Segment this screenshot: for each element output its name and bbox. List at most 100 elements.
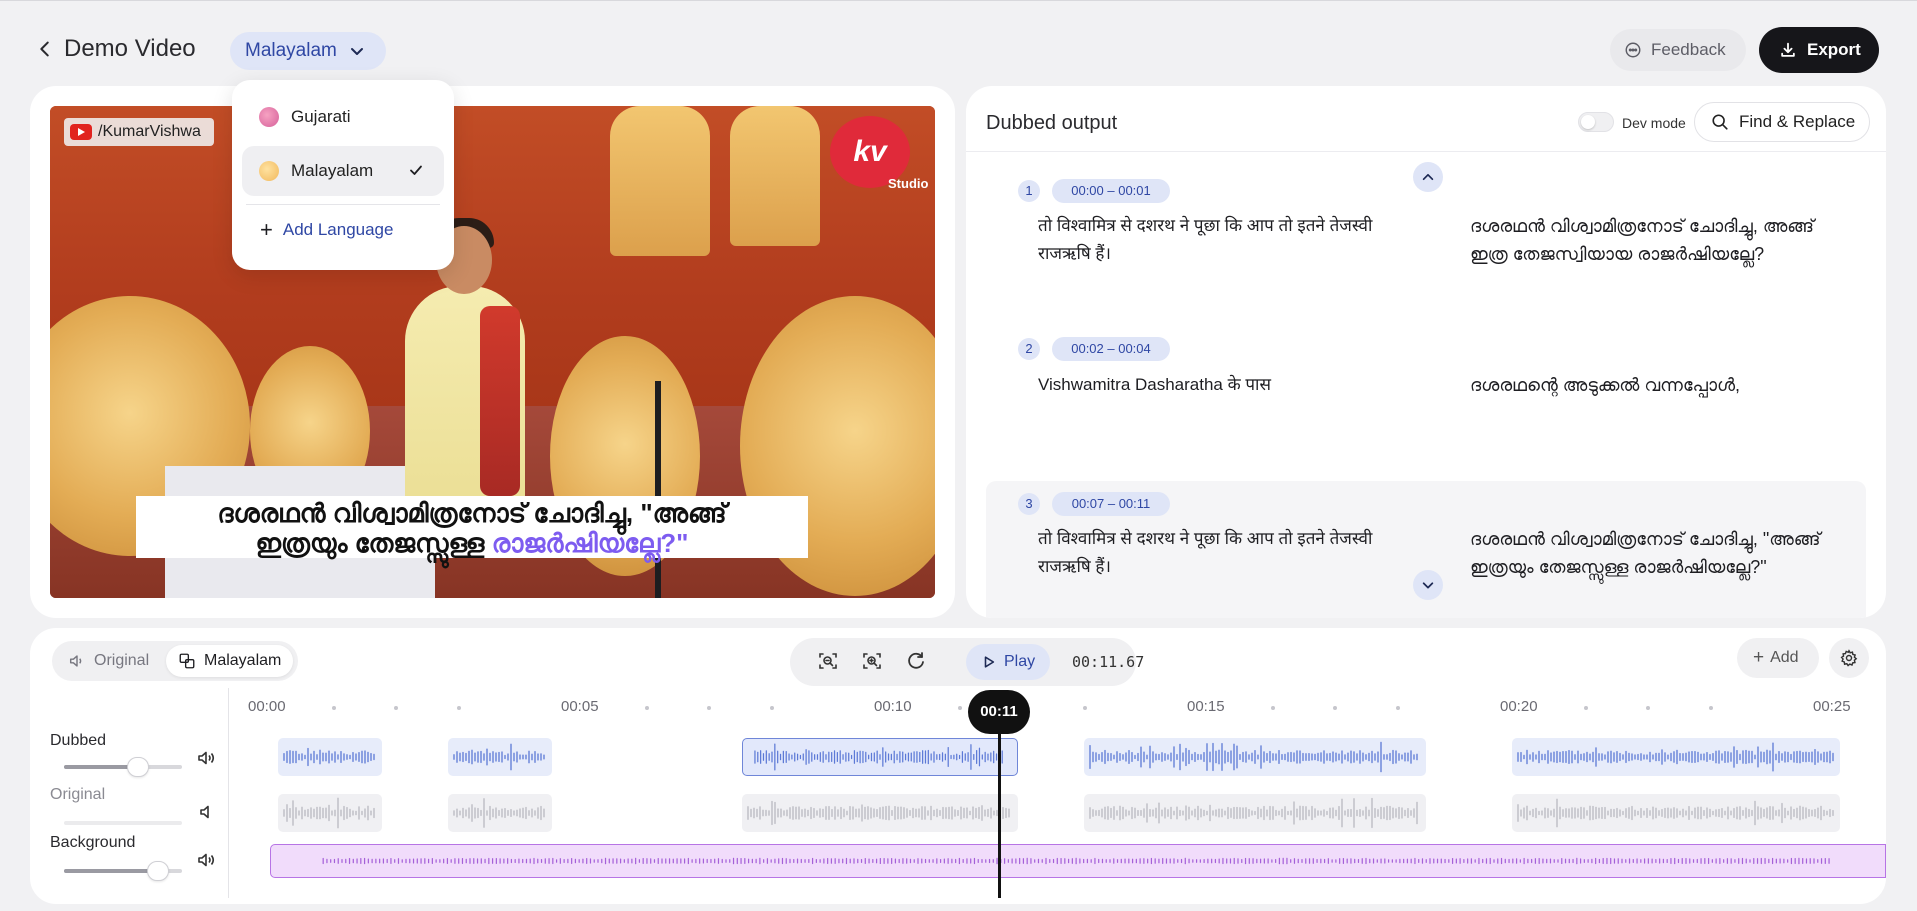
video-subtitle: ദശരഥൻ വിശ്വാമിത്രനോട് ചോദിച്ചു, "അങ്ങ് ഇ…	[136, 496, 808, 558]
volume-slider-background[interactable]	[64, 861, 182, 881]
project-title: Demo Video	[64, 35, 196, 62]
zoom-in-icon[interactable]	[860, 649, 886, 675]
ruler-tick	[394, 706, 398, 710]
dubbed-clip-selected[interactable]	[742, 738, 1018, 776]
ruler-tick	[1396, 706, 1400, 710]
add-button[interactable]: + Add	[1737, 638, 1819, 678]
find-replace-label: Find & Replace	[1739, 112, 1856, 131]
ruler-tick	[332, 706, 336, 710]
translate-icon	[179, 653, 195, 669]
track-divider	[228, 688, 229, 898]
ruler-tick	[1333, 706, 1337, 710]
original-clip[interactable]	[448, 794, 552, 832]
back-icon[interactable]	[34, 37, 56, 61]
segment-row[interactable]: 1 00:00 – 00:01 तो विश्वामित्र से दशरथ न…	[986, 176, 1866, 316]
dubbed-clip[interactable]	[448, 738, 552, 776]
speaker-icon	[69, 655, 82, 667]
ruler-tick	[1271, 706, 1275, 710]
playhead-line[interactable]	[998, 708, 1001, 898]
video-statue	[610, 106, 710, 256]
track-label-background: Background	[50, 834, 136, 851]
youtube-icon	[70, 124, 92, 140]
ruler-label: 00:20	[1500, 698, 1538, 715]
volume-icon[interactable]	[196, 748, 216, 768]
ruler-tick	[1584, 706, 1588, 710]
add-language-button[interactable]: + Add Language	[260, 217, 393, 242]
segment-number: 1	[1018, 180, 1040, 202]
dev-mode-label: Dev mode	[1622, 115, 1686, 131]
chevron-down-icon	[1422, 582, 1434, 589]
play-button[interactable]: Play	[966, 644, 1050, 680]
time-ruler[interactable]: 00:00 00:05 00:10 00:15 00:20 00:25	[248, 698, 1858, 718]
export-button[interactable]: Export	[1759, 27, 1879, 73]
add-label: Add	[1770, 649, 1799, 666]
dubbed-clip[interactable]	[1512, 738, 1840, 776]
segment-time: 00:07 – 00:11	[1052, 492, 1170, 516]
volume-slider-original[interactable]	[64, 821, 182, 825]
track-label-original: Original	[50, 786, 106, 803]
segment-row[interactable]: 2 00:02 – 00:04 Vishwamitra Dasharatha क…	[986, 333, 1866, 453]
background-audio-clip[interactable]	[270, 844, 1886, 878]
dubbed-output-header: Dubbed output Dev mode Find & Replace	[966, 86, 1886, 152]
search-icon	[1712, 114, 1728, 130]
scroll-down-button[interactable]	[1413, 570, 1443, 600]
original-clip[interactable]	[1512, 794, 1840, 832]
ruler-label: 00:05	[561, 698, 599, 715]
playback-controls: Play 00:11.67	[790, 638, 1144, 686]
ruler-tick	[457, 706, 461, 710]
find-replace-button[interactable]: Find & Replace	[1694, 102, 1870, 142]
gear-icon	[1840, 649, 1858, 667]
original-clip[interactable]	[1084, 794, 1426, 832]
ruler-tick	[707, 706, 711, 710]
language-selector-label: Malayalam	[245, 40, 337, 61]
segment-number: 3	[1018, 493, 1040, 515]
plus-icon: +	[1753, 647, 1765, 668]
segment-source-text[interactable]: तो विश्वामित्र से दशरथ ने पूछा कि आप तो …	[1038, 212, 1408, 268]
original-clip[interactable]	[278, 794, 382, 832]
video-player[interactable]: /KumarVishwa kv Studio ദശരഥൻ വിശ്വാമിത്ര…	[50, 106, 935, 598]
subtitle-highlight: രാജർഷിയല്ലേ?"	[491, 528, 689, 558]
ruler-tick	[1083, 706, 1087, 710]
language-option-label: Gujarati	[291, 107, 351, 126]
zoom-out-icon[interactable]	[816, 649, 842, 675]
dev-mode-toggle[interactable]	[1578, 112, 1614, 132]
segment-dubbed-text[interactable]: ദശരഥൻ വിശ്വാമിത്രനോട് ചോദിച്ചു, അങ്ങ് ഇത…	[1470, 212, 1850, 268]
chat-icon	[1625, 42, 1641, 58]
subtitle-line-2-text: ഇത്രയും തേജസ്സുള്ള	[255, 528, 492, 558]
ruler-tick	[1646, 706, 1650, 710]
feedback-label: Feedback	[1651, 40, 1726, 59]
ruler-label: 00:25	[1813, 698, 1851, 715]
volume-slider-dubbed[interactable]	[64, 757, 182, 777]
original-clip[interactable]	[742, 794, 1018, 832]
plus-icon: +	[260, 217, 273, 242]
language-option-label: Malayalam	[291, 161, 374, 180]
dubbed-clip[interactable]	[278, 738, 382, 776]
video-mic-stand	[655, 381, 661, 598]
channel-watermark: /KumarVishwa	[64, 118, 214, 146]
segment-dubbed-text[interactable]: ദശരഥൻ വിശ്വാമിത്രനോട് ചോദിച്ചു, "അങ്ങ് ഇ…	[1470, 525, 1850, 581]
loop-icon[interactable]	[904, 649, 930, 675]
segment-source-text[interactable]: Vishwamitra Dasharatha के पास	[1038, 371, 1408, 399]
ruler-label: 00:10	[874, 698, 912, 715]
segment-source-text[interactable]: तो विश्वामित्र से दशरथ ने पूछा कि आप तो …	[1038, 525, 1408, 581]
mode-original-button[interactable]: Original	[56, 645, 161, 677]
mode-dubbed-button[interactable]: Malayalam	[166, 645, 294, 677]
ruler-tick	[1709, 706, 1713, 710]
volume-slider-fill	[64, 869, 159, 873]
language-selector[interactable]: Malayalam	[230, 32, 386, 70]
language-option-gujarati[interactable]: Gujarati	[242, 92, 444, 142]
volume-slider-knob[interactable]	[127, 757, 150, 777]
timeline-panel: Original Malayalam Play 00:11.67 + Add D…	[30, 628, 1886, 904]
volume-slider-knob[interactable]	[147, 861, 170, 881]
playhead-handle[interactable]: 00:11	[968, 690, 1030, 734]
settings-button[interactable]	[1829, 638, 1869, 678]
track-label-dubbed: Dubbed	[50, 732, 107, 749]
dubbed-clip[interactable]	[1084, 738, 1426, 776]
volume-icon[interactable]	[196, 850, 216, 870]
kv-logo-sub: Studio	[888, 176, 929, 191]
download-icon	[1781, 42, 1795, 57]
muted-speaker-icon[interactable]	[196, 802, 216, 822]
language-option-malayalam[interactable]: Malayalam	[242, 146, 444, 196]
segment-dubbed-text[interactable]: ദശരഥന്റെ അടുക്കൽ വന്നപ്പോൾ,	[1470, 371, 1850, 399]
feedback-button[interactable]: Feedback	[1610, 29, 1746, 71]
